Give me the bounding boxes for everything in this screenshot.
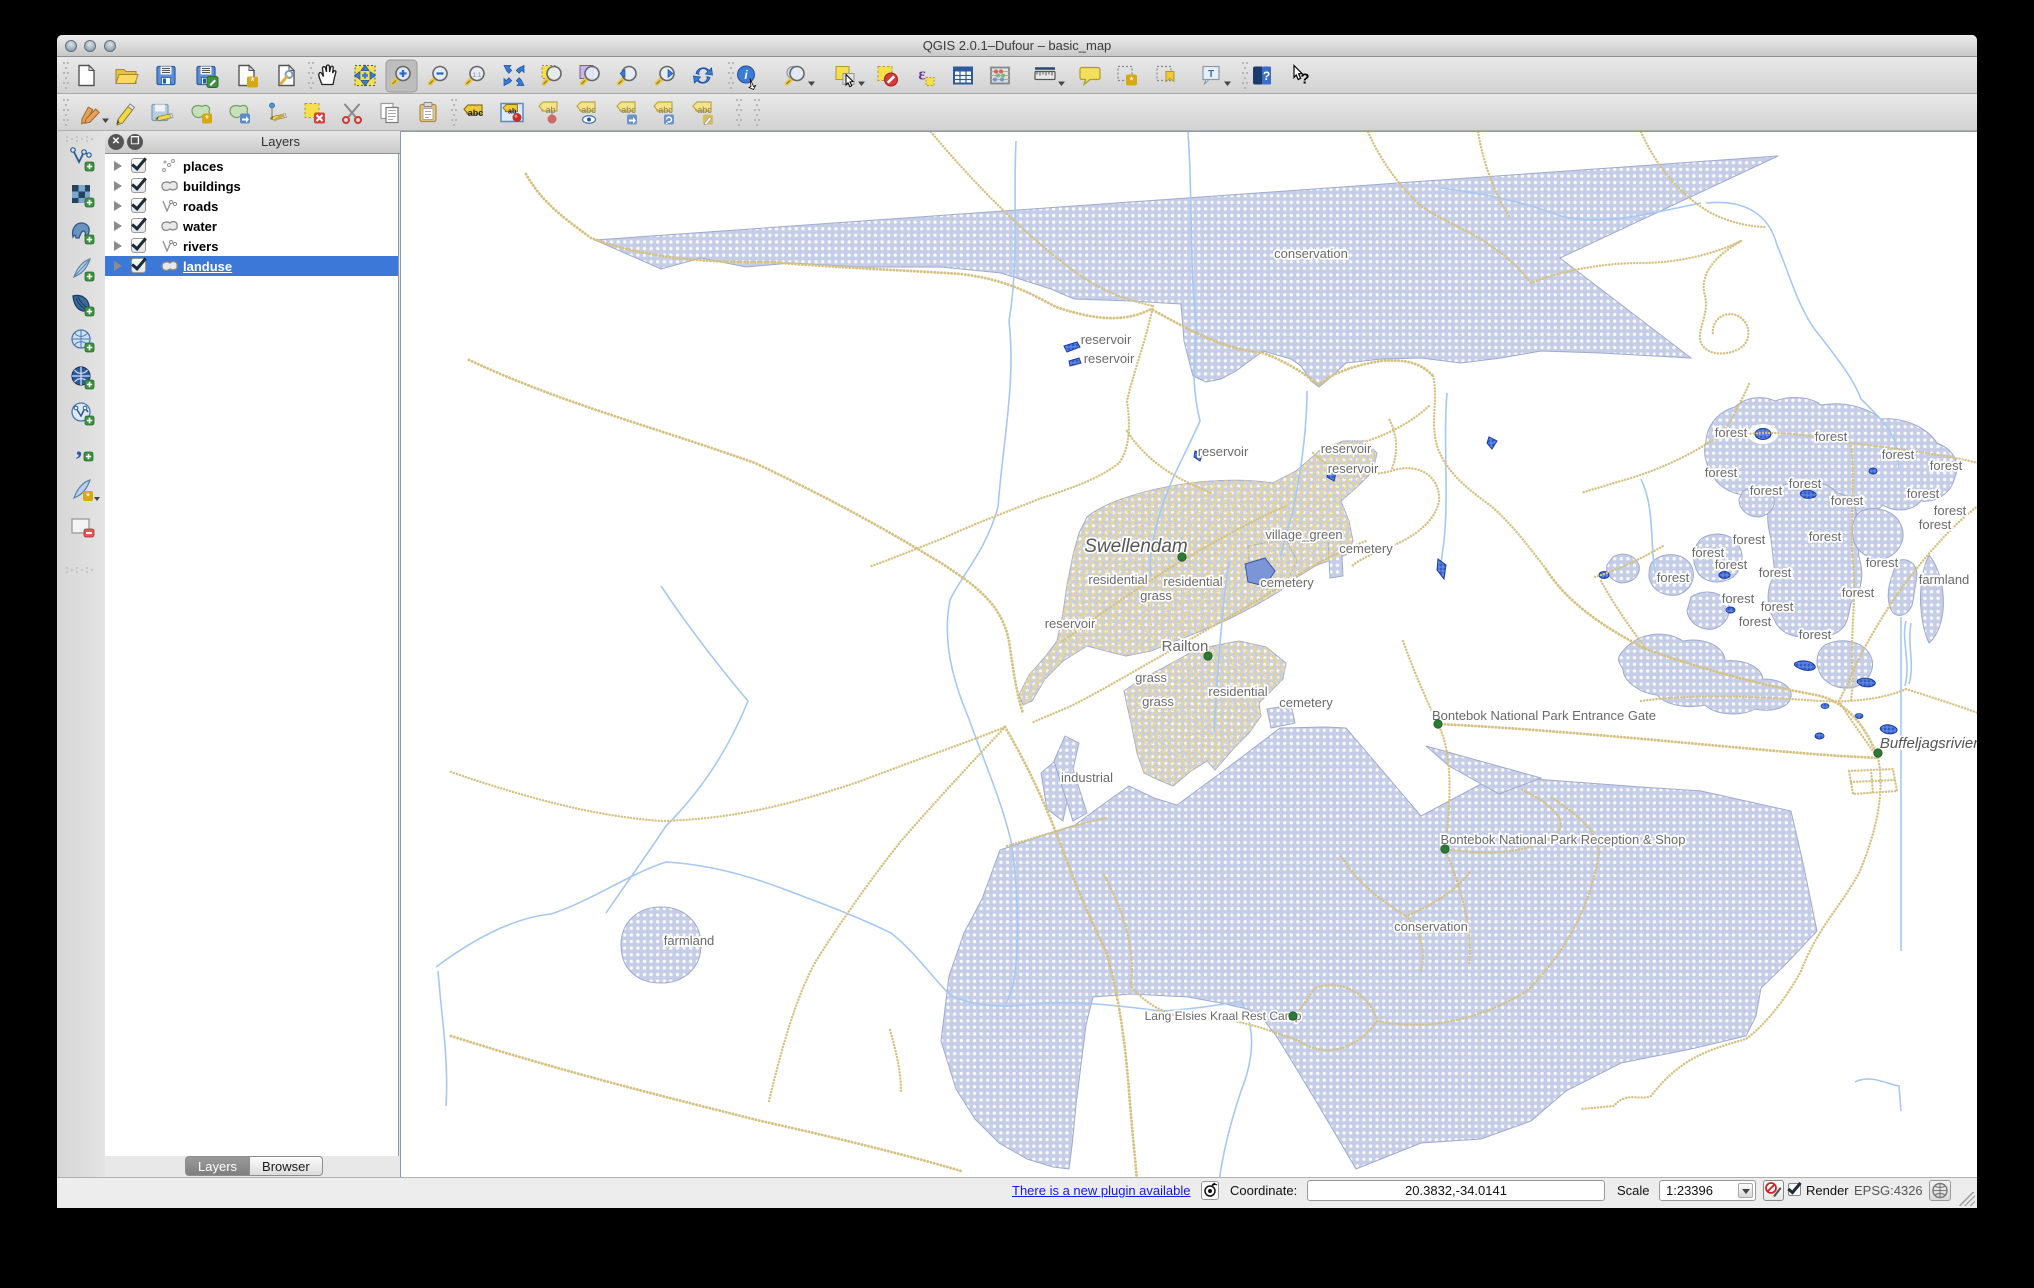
svg-text:abc: abc [658,105,673,115]
svg-text:conservation: conservation [1394,919,1468,934]
svg-text:abc: abc [581,105,596,115]
svg-text:reservoir: reservoir [1328,461,1379,476]
svg-text:Bontebok National Park Recepti: Bontebok National Park Reception & Shop [1441,832,1686,847]
svg-text:residential: residential [1208,684,1267,699]
svg-text:forest: forest [1715,425,1748,440]
svg-text:cemetery: cemetery [1260,575,1314,590]
svg-text:forest: forest [1761,599,1794,614]
svg-text:*: * [1129,75,1134,87]
svg-text:abc: abc [621,105,636,115]
svg-text:1:1: 1:1 [472,72,481,79]
svg-text:forest: forest [1934,503,1967,518]
svg-text:forest: forest [1739,614,1772,629]
svg-text:abc: abc [697,105,712,115]
svg-text:reservoir: reservoir [1045,616,1096,631]
svg-text:forest: forest [1750,483,1783,498]
svg-text:?: ? [1300,71,1309,88]
svg-text:grass: grass [1135,670,1167,685]
svg-text:grass: grass [1142,694,1174,709]
svg-text:Lang Elsies Kraal Rest Camp: Lang Elsies Kraal Rest Camp [1145,1009,1302,1023]
svg-text:farmland: farmland [1919,572,1970,587]
svg-text:residential: residential [1088,572,1147,587]
svg-text:ab: ab [545,105,555,115]
svg-text:,: , [76,435,82,461]
svg-text:Buffeljagsrivier: Buffeljagsrivier [1880,735,1977,752]
svg-text:*: * [86,491,91,503]
svg-text:forest: forest [1733,532,1766,547]
svg-text:forest: forest [1907,486,1940,501]
svg-text:cemetery: cemetery [1339,541,1393,556]
svg-text:?: ? [1263,69,1270,83]
svg-text:forest: forest [1809,529,1842,544]
svg-text:Swellendam: Swellendam [1084,536,1188,557]
svg-text:village_green: village_green [1265,527,1342,542]
svg-text:farmland: farmland [664,933,715,948]
svg-text:forest: forest [1715,557,1748,572]
svg-text:*: * [205,114,209,125]
svg-text:T: T [1208,69,1214,80]
svg-text:forest: forest [1831,493,1864,508]
svg-text:forest: forest [1657,570,1690,585]
svg-text:forest: forest [1866,555,1899,570]
svg-text:industrial: industrial [1061,770,1113,785]
svg-text:forest: forest [1799,627,1832,642]
svg-text:reservoir: reservoir [1084,351,1135,366]
svg-text:reservoir: reservoir [1198,444,1249,459]
svg-text:conservation: conservation [1274,246,1348,261]
svg-text:forest: forest [1815,429,1848,444]
svg-text:grass: grass [1140,588,1172,603]
svg-text:cemetery: cemetery [1279,695,1333,710]
svg-text:reservoir: reservoir [1081,332,1132,347]
svg-text:forest: forest [1722,591,1755,606]
svg-text:forest: forest [1789,476,1822,491]
svg-text:forest: forest [1930,458,1963,473]
svg-text:reservoir: reservoir [1321,441,1372,456]
svg-text:forest: forest [1919,517,1952,532]
svg-text:forest: forest [1882,447,1915,462]
svg-text:*: * [250,75,255,89]
svg-text:forest: forest [1705,465,1738,480]
svg-text:forest: forest [1759,565,1792,580]
svg-text:residential: residential [1163,574,1222,589]
svg-text:ε: ε [918,65,925,84]
svg-text:abc: abc [468,108,484,118]
svg-text:Railton: Railton [1162,638,1209,655]
svg-text:forest: forest [1842,585,1875,600]
svg-text:Bontebok National Park Entranc: Bontebok National Park Entrance Gate [1432,708,1656,723]
